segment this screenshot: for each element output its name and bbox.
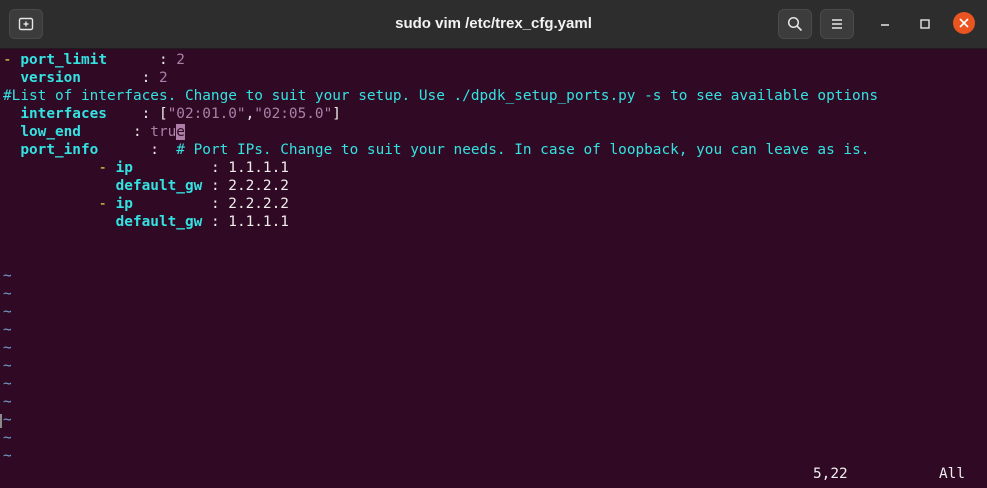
list-dash: - bbox=[98, 160, 116, 176]
yaml-comment: #List of interfaces. Change to suit your… bbox=[3, 88, 879, 104]
yaml-key: port_info bbox=[20, 142, 99, 158]
tilde-marker: ~ bbox=[3, 430, 12, 446]
bracket: ] bbox=[332, 106, 341, 122]
scrollbar-marker[interactable] bbox=[0, 414, 2, 428]
minimize-button[interactable] bbox=[872, 12, 898, 36]
yaml-value: tru bbox=[150, 124, 177, 140]
tilde-marker: ~ bbox=[3, 394, 12, 410]
terminal-content[interactable]: - port_limit : 2 version : 2 #List of in… bbox=[0, 49, 987, 488]
editor-line-1: - port_limit : 2 bbox=[3, 51, 185, 69]
hamburger-menu-icon bbox=[832, 19, 842, 29]
editor-line-8: default_gw : 2.2.2.2 bbox=[3, 177, 289, 195]
editor-line-3: #List of interfaces. Change to suit your… bbox=[3, 87, 878, 105]
yaml-key: ip bbox=[115, 160, 133, 176]
list-dash: - bbox=[98, 196, 116, 212]
tilde-marker: ~ bbox=[3, 376, 12, 392]
tilde-marker: ~ bbox=[3, 448, 12, 464]
yaml-value: 2.2.2.2 bbox=[228, 196, 289, 212]
editor-line-10: default_gw : 1.1.1.1 bbox=[3, 213, 289, 231]
bracket: [ bbox=[158, 106, 168, 122]
tilde-marker: ~ bbox=[3, 304, 12, 320]
tilde-marker: ~ bbox=[3, 322, 12, 338]
yaml-key: port_limit bbox=[20, 52, 107, 68]
scroll-indicator: All bbox=[939, 466, 965, 482]
editor-line-6: port_info : # Port IPs. Change to suit y… bbox=[3, 141, 869, 159]
yaml-value: 2.2.2.2 bbox=[228, 178, 289, 194]
yaml-value: 1.1.1.1 bbox=[228, 214, 289, 230]
text-cursor: e bbox=[176, 124, 185, 140]
yaml-value: 2 bbox=[176, 52, 185, 68]
yaml-value: 1.1.1.1 bbox=[228, 160, 289, 176]
close-icon bbox=[959, 18, 969, 28]
editor-line-9: - ip : 2.2.2.2 bbox=[3, 195, 289, 213]
editor-line-2: version : 2 bbox=[3, 69, 168, 87]
close-button[interactable] bbox=[953, 12, 975, 34]
terminal-window: sudo vim /etc/trex_cfg.yaml - port_limit… bbox=[0, 0, 987, 488]
separator: : bbox=[106, 52, 177, 68]
yaml-key: version bbox=[20, 70, 81, 86]
cursor-position: 5,22 bbox=[813, 466, 848, 482]
editor-line-4: interfaces : ["02:01.0","02:05.0"] bbox=[3, 105, 341, 123]
menu-button[interactable] bbox=[820, 9, 854, 39]
tilde-marker: ~ bbox=[3, 412, 12, 428]
search-button[interactable] bbox=[778, 9, 812, 39]
separator: : bbox=[106, 106, 159, 122]
yaml-key: ip bbox=[115, 196, 133, 212]
yaml-key: default_gw bbox=[115, 178, 203, 194]
tilde-marker: ~ bbox=[3, 358, 12, 374]
yaml-string: "02:05.0" bbox=[254, 106, 333, 122]
minimize-icon bbox=[881, 24, 889, 26]
search-icon bbox=[787, 16, 803, 32]
title-bar: sudo vim /etc/trex_cfg.yaml bbox=[0, 0, 987, 49]
yaml-key: interfaces bbox=[20, 106, 107, 122]
comma: , bbox=[245, 106, 255, 122]
list-dash: - bbox=[3, 52, 12, 68]
tilde-marker: ~ bbox=[3, 340, 12, 356]
yaml-value: 2 bbox=[158, 70, 168, 86]
separator: : bbox=[202, 214, 229, 230]
maximize-button[interactable] bbox=[912, 12, 938, 36]
yaml-string: "02:01.0" bbox=[167, 106, 246, 122]
separator: : bbox=[202, 178, 229, 194]
editor-line-7: - ip : 1.1.1.1 bbox=[3, 159, 289, 177]
separator: : bbox=[98, 142, 177, 158]
yaml-key: low_end bbox=[20, 124, 81, 140]
yaml-comment: # Port IPs. Change to suit your needs. I… bbox=[176, 142, 870, 158]
editor-line-5: low_end : true bbox=[3, 123, 185, 141]
separator: : bbox=[132, 196, 229, 212]
yaml-key: default_gw bbox=[115, 214, 203, 230]
separator: : bbox=[80, 70, 159, 86]
tilde-marker: ~ bbox=[3, 268, 12, 284]
tilde-marker: ~ bbox=[3, 286, 12, 302]
maximize-icon bbox=[920, 19, 930, 29]
separator: : bbox=[132, 160, 229, 176]
separator: : bbox=[80, 124, 151, 140]
